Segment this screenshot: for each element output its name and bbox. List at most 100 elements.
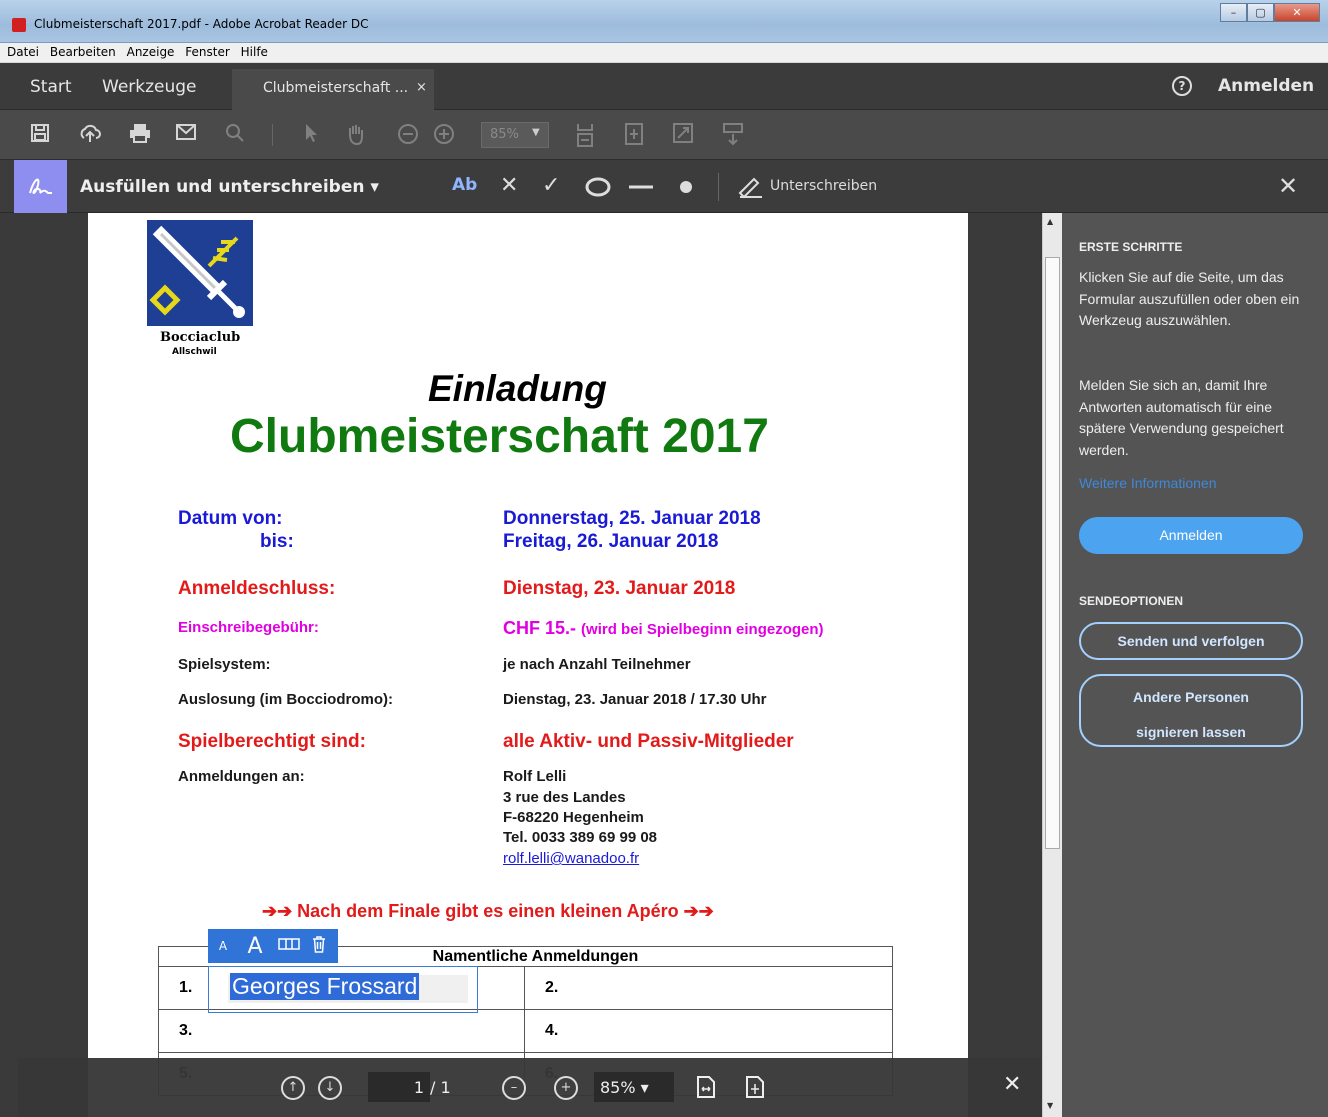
menu-fenster[interactable]: Fenster xyxy=(185,43,230,62)
minimize-button[interactable]: – xyxy=(1220,3,1247,22)
apero-notice: ➔➔ Nach dem Finale gibt es einen kleinen… xyxy=(262,901,714,921)
vertical-scrollbar[interactable]: ▲ ▼ xyxy=(1042,213,1062,1117)
keyboard-scroll-icon[interactable] xyxy=(720,122,746,146)
menu-anzeige[interactable]: Anzeige xyxy=(127,43,175,62)
contact-street: 3 rue des Landes xyxy=(503,789,626,806)
maximize-button[interactable]: ▢ xyxy=(1247,3,1274,22)
pdf-page[interactable]: Bocciaclub Allschwil Einladung Clubmeist… xyxy=(88,213,968,1117)
close-fill-sign-icon[interactable]: ✕ xyxy=(1278,172,1298,200)
scroll-up-icon[interactable]: ▲ xyxy=(1047,217,1053,226)
signature-tool-icon[interactable] xyxy=(14,160,67,213)
datum-bis-value: Freitag, 26. Januar 2018 xyxy=(503,531,719,552)
contact-email-link[interactable]: rolf.lelli@wanadoo.fr xyxy=(503,850,639,867)
spielsystem-label: Spielsystem: xyxy=(178,656,271,673)
erste-schritte-text: Klicken Sie auf die Seite, um das Formul… xyxy=(1079,269,1300,328)
fill-sign-separator xyxy=(718,173,719,201)
tab-bar: Start Werkzeuge Clubmeisterschaft ... × … xyxy=(0,63,1328,110)
cloud-upload-icon[interactable] xyxy=(77,122,103,146)
select-cursor-icon[interactable] xyxy=(298,122,324,146)
contact-city: F-68220 Hegenheim xyxy=(503,809,644,826)
tab-document-label: Clubmeisterschaft ... xyxy=(263,80,409,96)
right-side-panel: ERSTE SCHRITTE Klicken Sie auf die Seite… xyxy=(1062,213,1328,1117)
chevron-down-icon: ▼ xyxy=(532,127,540,138)
document-title: Clubmeisterschaft 2017 xyxy=(230,410,769,463)
window-titlebar: Clubmeisterschaft 2017.pdf - Adobe Acrob… xyxy=(0,0,1328,43)
circle-mark-icon[interactable] xyxy=(585,174,611,204)
acrobat-app-icon xyxy=(12,18,26,32)
sign-button[interactable]: Unterschreiben xyxy=(770,178,877,194)
tab-close-icon[interactable]: × xyxy=(416,80,427,95)
document-viewport[interactable]: Bocciaclub Allschwil Einladung Clubmeist… xyxy=(18,213,1042,1117)
decrease-font-button[interactable]: A xyxy=(208,939,238,953)
page-total: / 1 xyxy=(430,1078,451,1097)
berechtigt-value: alle Aktiv- und Passiv-Mitglieder xyxy=(503,731,794,752)
close-window-button[interactable]: ✕ xyxy=(1274,3,1320,22)
page-navigation-bar: ↑ ↓ 1 / 1 – + 85% ▾ ✕ xyxy=(18,1058,1042,1117)
club-logo xyxy=(147,220,253,326)
cross-mark-icon[interactable]: ✕ xyxy=(500,174,518,198)
zoom-in-icon[interactable]: + xyxy=(554,1076,578,1100)
anmeldeschluss-value: Dienstag, 23. Januar 2018 xyxy=(503,578,736,599)
signin-link[interactable]: Anmelden xyxy=(1218,76,1314,96)
request-signatures-button[interactable]: Andere Personen signieren lassen xyxy=(1079,674,1303,747)
sendeoptionen-heading: SENDEOPTIONEN xyxy=(1079,594,1184,608)
previous-page-icon[interactable]: ↑ xyxy=(281,1076,305,1100)
table-cell[interactable]: 2. xyxy=(524,966,893,1010)
zoom-out-icon[interactable]: – xyxy=(502,1076,526,1100)
search-icon[interactable] xyxy=(222,122,248,146)
window-title: Clubmeisterschaft 2017.pdf - Adobe Acrob… xyxy=(34,17,369,31)
gebuehr-amount: CHF 15.- xyxy=(503,618,577,638)
mail-icon[interactable] xyxy=(173,122,199,146)
tab-werkzeuge[interactable]: Werkzeuge xyxy=(102,77,197,97)
fit-page-icon[interactable] xyxy=(621,122,647,146)
line-mark-icon[interactable] xyxy=(627,174,655,204)
scrollbar-thumb[interactable] xyxy=(1045,257,1060,849)
send-and-track-button[interactable]: Senden und verfolgen xyxy=(1079,622,1303,660)
fit-width-icon[interactable] xyxy=(572,122,598,147)
anmeldeschluss-label: Anmeldeschluss: xyxy=(178,578,336,599)
more-info-link[interactable]: Weitere Informationen xyxy=(1079,475,1216,491)
hand-tool-icon[interactable] xyxy=(343,122,369,146)
add-text-tool[interactable]: Ab xyxy=(452,175,477,195)
erste-schritte-heading: ERSTE SCHRITTE xyxy=(1079,240,1183,254)
table-cell[interactable]: 4. xyxy=(524,1009,893,1053)
check-mark-icon[interactable]: ✓ xyxy=(542,174,560,198)
tab-start[interactable]: Start xyxy=(30,77,72,97)
zoom-select[interactable]: 85% ▾ xyxy=(594,1072,674,1102)
zoom-select[interactable]: 85% ▼ xyxy=(481,122,549,148)
scroll-down-icon[interactable]: ▼ xyxy=(1047,1101,1053,1110)
trash-icon[interactable] xyxy=(306,935,332,957)
berechtigt-label: Spielberechtigt sind: xyxy=(178,731,366,752)
menu-bearbeiten[interactable]: Bearbeiten xyxy=(50,43,116,62)
tab-document[interactable]: Clubmeisterschaft ... × xyxy=(232,69,434,110)
text-field-value[interactable]: Georges Frossard xyxy=(230,973,420,1000)
close-nav-icon[interactable]: ✕ xyxy=(1003,1072,1021,1097)
anmeldungen-label: Anmeldungen an: xyxy=(178,768,305,785)
auslosung-value: Dienstag, 23. Januar 2018 / 17.30 Uhr xyxy=(503,691,767,708)
toolbar-separator xyxy=(272,124,273,146)
fullscreen-icon[interactable] xyxy=(670,122,696,146)
table-cell[interactable]: 3. xyxy=(158,1009,525,1053)
fill-sign-toolbar: Ausfüllen und unterschreiben ▾ Ab ✕ ✓ Un… xyxy=(0,160,1328,213)
menu-datei[interactable]: Datei xyxy=(7,43,39,62)
fit-width-icon[interactable] xyxy=(697,1076,715,1102)
dot-mark-icon[interactable] xyxy=(678,174,694,204)
print-icon[interactable] xyxy=(127,122,153,146)
fit-page-icon[interactable] xyxy=(746,1076,764,1102)
zoom-in-icon[interactable] xyxy=(431,122,457,146)
increase-font-button[interactable]: A xyxy=(238,934,272,959)
document-heading: Einladung xyxy=(428,368,607,409)
menu-hilfe[interactable]: Hilfe xyxy=(241,43,268,62)
fill-sign-title[interactable]: Ausfüllen und unterschreiben ▾ xyxy=(80,177,379,197)
sign-pen-icon[interactable] xyxy=(736,173,764,205)
logo-subtitle: Allschwil xyxy=(172,347,217,357)
comb-field-icon[interactable] xyxy=(272,938,306,954)
page-number-input[interactable]: 1 xyxy=(368,1072,430,1102)
save-icon[interactable] xyxy=(27,122,53,146)
help-icon[interactable]: ? xyxy=(1172,76,1192,96)
main-toolbar: 85% ▼ xyxy=(0,110,1328,160)
panel-signin-button[interactable]: Anmelden xyxy=(1079,517,1303,554)
zoom-out-icon[interactable] xyxy=(395,122,421,146)
next-page-icon[interactable]: ↓ xyxy=(318,1076,342,1100)
add-text-label: Ab xyxy=(452,175,478,195)
